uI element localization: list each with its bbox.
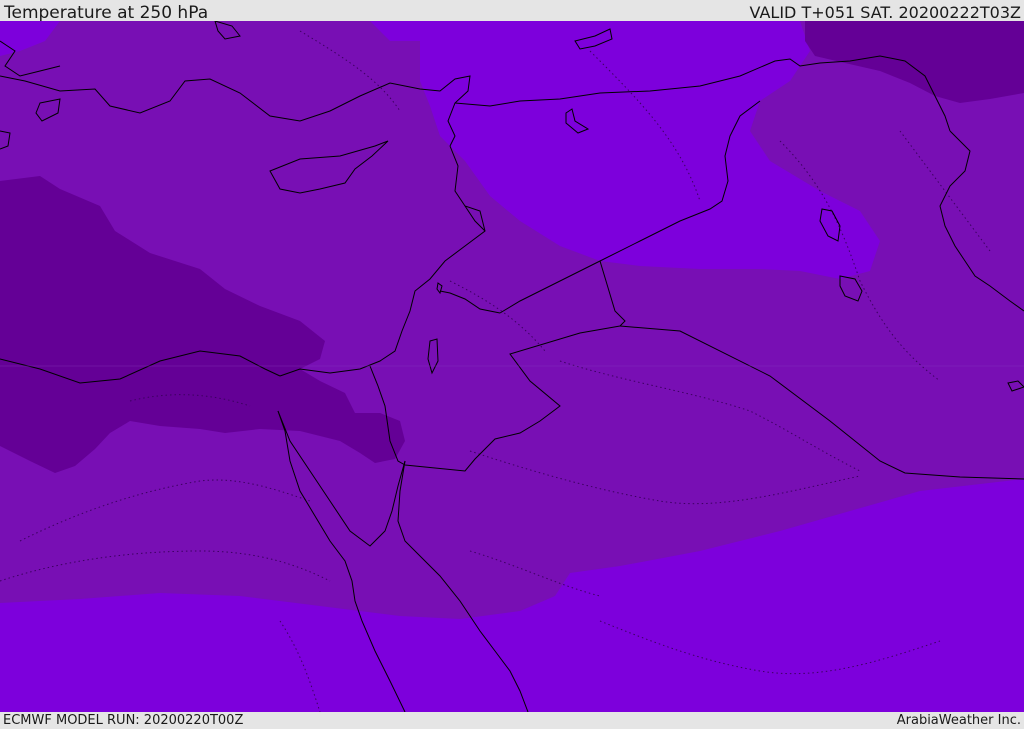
footer-bar: ECMWF MODEL RUN: 20200220T00Z ArabiaWeat… <box>0 712 1024 729</box>
map-title: Temperature at 250 hPa <box>4 3 209 23</box>
valid-time: VALID T+051 SAT. 20200222T03Z <box>749 3 1021 22</box>
model-run-label: ECMWF MODEL RUN: 20200220T00Z <box>3 713 244 728</box>
credit-label: ArabiaWeather Inc. <box>896 713 1021 728</box>
temperature-map[interactable] <box>0 21 1024 712</box>
header-bar: Temperature at 250 hPa VALID T+051 SAT. … <box>0 0 1024 23</box>
